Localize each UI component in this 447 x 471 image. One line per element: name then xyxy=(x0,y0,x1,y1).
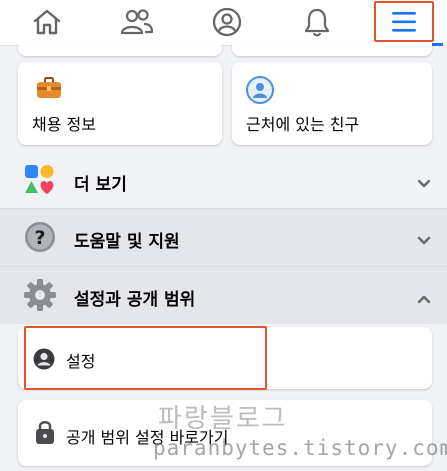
section-more[interactable]: 더 보기 xyxy=(0,152,447,209)
chevron-up-icon xyxy=(417,289,431,308)
nav-home-button[interactable] xyxy=(12,0,82,44)
bell-icon xyxy=(303,7,331,37)
section-label: 도움말 및 지원 xyxy=(74,232,180,252)
svg-text:?: ? xyxy=(34,227,45,249)
shortcut-card-label: 근처에 있는 친구 xyxy=(246,115,360,134)
menu-icon xyxy=(391,11,417,33)
chevron-down-icon xyxy=(417,174,431,193)
briefcase-icon xyxy=(36,76,62,104)
lock-icon xyxy=(35,419,55,449)
shortcut-card-label: 채용 정보 xyxy=(32,115,96,134)
section-help[interactable]: ? 도움말 및 지원 xyxy=(0,209,447,266)
watermark-url: paranbytes.tistory.com xyxy=(153,436,447,460)
nav-profile-button[interactable] xyxy=(192,0,262,44)
nav-notifications-button[interactable] xyxy=(282,0,352,44)
section-label: 더 보기 xyxy=(74,175,127,195)
gear-icon xyxy=(23,278,57,316)
friends-icon xyxy=(120,8,154,36)
chevron-down-icon xyxy=(417,231,431,250)
shortcut-card-jobs[interactable]: 채용 정보 xyxy=(18,62,222,145)
home-icon xyxy=(32,8,62,36)
nav-friends-button[interactable] xyxy=(102,0,172,44)
shortcut-card-nearby-friends[interactable]: 근처에 있는 친구 xyxy=(232,62,432,145)
shortcut-card-partial[interactable] xyxy=(232,42,432,56)
top-nav-bar xyxy=(0,0,447,46)
watermark-title: 파랑블로그 xyxy=(158,404,288,434)
section-settings-privacy[interactable]: 설정과 공개 범위 xyxy=(0,267,447,324)
shortcut-card-partial[interactable] xyxy=(18,42,222,56)
section-label: 설정과 공개 범위 xyxy=(74,290,196,310)
nearby-friends-icon xyxy=(246,76,274,108)
nav-menu-button[interactable] xyxy=(374,1,434,42)
more-shapes-icon xyxy=(24,164,56,200)
help-icon: ? xyxy=(24,221,56,257)
profile-icon xyxy=(212,7,242,37)
highlight-box xyxy=(24,326,267,390)
